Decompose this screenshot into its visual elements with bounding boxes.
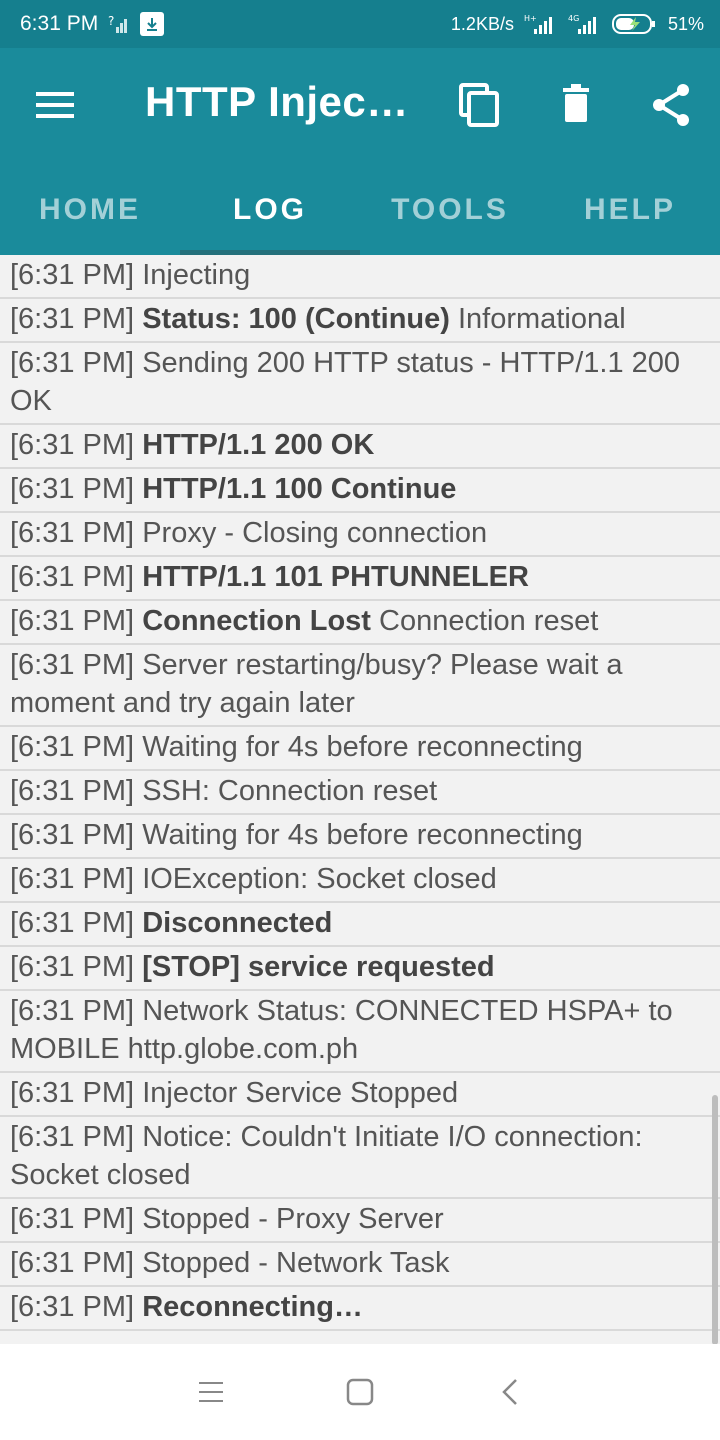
log-time: [6:31 PM] — [10, 1247, 135, 1279]
log-entry: [6:31 PM] Stopped - Proxy Server — [0, 1199, 720, 1243]
log-bold-text: Status: 100 (Continue) — [142, 303, 450, 335]
back-icon[interactable] — [494, 1374, 530, 1410]
copy-icon[interactable] — [457, 82, 503, 128]
log-time: [6:31 PM] — [10, 605, 135, 637]
log-entry: [6:31 PM] Status: 100 (Continue) Informa… — [0, 299, 720, 343]
network-speed: 1.2KB/s — [450, 13, 514, 34]
log-list[interactable]: [6:31 PM] Injecting [6:31 PM] Status: 100… — [0, 255, 720, 1343]
svg-text:?: ? — [108, 14, 114, 28]
log-text: IOException: Socket closed — [142, 863, 497, 895]
log-time: [6:31 PM] — [10, 473, 135, 505]
log-time: [6:31 PM] — [10, 951, 135, 983]
log-text: Proxy - Closing connection — [142, 517, 488, 549]
menu-icon[interactable] — [36, 90, 76, 120]
battery-charging-icon — [611, 14, 655, 34]
log-entry: [6:31 PM] Connection Lost Connection res… — [0, 601, 720, 645]
scrollbar[interactable] — [712, 1095, 718, 1345]
log-entry: [6:31 PM] Waiting for 4s before reconnec… — [0, 815, 720, 859]
svg-text:H+: H+ — [524, 14, 537, 23]
recents-icon[interactable] — [193, 1374, 229, 1410]
log-time: [6:31 PM] — [10, 863, 135, 895]
log-text: Informational — [458, 303, 626, 335]
log-entry: [6:31 PM] Network Status: CONNECTED HSPA… — [0, 991, 720, 1073]
tab-tools[interactable]: TOOLS — [360, 165, 540, 255]
trash-icon[interactable] — [553, 82, 599, 128]
log-entry: [6:31 PM] [STOP] service requested — [0, 947, 720, 991]
log-time: [6:31 PM] — [10, 517, 135, 549]
log-time: [6:31 PM] — [10, 995, 135, 1027]
log-entry: [6:31 PM] Disconnected — [0, 903, 720, 947]
status-right: 1.2KB/s H+ 4G 51% — [451, 12, 704, 36]
log-time: [6:31 PM] — [10, 907, 135, 939]
download-icon — [140, 12, 165, 36]
nav-bar — [0, 1344, 720, 1440]
tab-home[interactable]: HOME — [0, 165, 180, 255]
log-bold-text: Connection Lost — [142, 605, 371, 637]
log-entry: [6:31 PM] Injector Service Stopped — [0, 1073, 720, 1117]
signal-question-icon: ? — [108, 14, 128, 33]
log-entry: [6:31 PM] SSH: Connection reset — [0, 771, 720, 815]
log-time: [6:31 PM] — [10, 775, 135, 807]
log-text: Waiting for 4s before reconnecting — [142, 819, 583, 851]
log-bold-text: Disconnected — [142, 907, 333, 939]
log-time: [6:31 PM] — [10, 1203, 135, 1235]
log-bold-text: [STOP] service requested — [142, 951, 495, 983]
log-entry: [6:31 PM] HTTP/1.1 101 PHTUNNELER — [0, 557, 720, 601]
app-bar: HTTP Injec… HOME LOG TOOLS HELP — [0, 48, 720, 255]
log-text: Injector Service Stopped — [142, 1077, 459, 1109]
log-time: [6:31 PM] — [10, 819, 135, 851]
log-entry: [6:31 PM] HTTP/1.1 200 OK — [0, 425, 720, 469]
log-bold-text: HTTP/1.1 100 Continue — [142, 473, 457, 505]
log-time: [6:31 PM] — [10, 259, 135, 291]
log-time: [6:31 PM] — [10, 1291, 135, 1323]
log-bold-text: HTTP/1.1 200 OK — [142, 429, 375, 461]
log-text: SSH: Connection reset — [142, 775, 438, 807]
log-entry: [6:31 PM] Sending 200 HTTP status - HTTP… — [0, 343, 720, 425]
log-text: Injecting — [142, 259, 251, 291]
log-entry: [6:31 PM] Stopped - Network Task — [0, 1243, 720, 1287]
log-bold-text: Reconnecting… — [142, 1291, 363, 1323]
log-time: [6:31 PM] — [10, 731, 135, 763]
app-title: HTTP Injec… — [145, 78, 409, 125]
share-icon[interactable] — [649, 82, 695, 128]
log-time: [6:31 PM] — [10, 561, 135, 593]
log-time: [6:31 PM] — [10, 649, 135, 681]
log-entry: [6:31 PM] Notice: Couldn't Initiate I/O … — [0, 1117, 720, 1199]
log-entry: [6:31 PM] Proxy - Closing connection — [0, 513, 720, 557]
log-time: [6:31 PM] — [10, 1121, 135, 1153]
log-entry: [6:31 PM] Server restarting/busy? Please… — [0, 645, 720, 727]
status-left: 6:31 PM ? — [20, 12, 165, 36]
tab-bar: HOME LOG TOOLS HELP — [0, 165, 720, 255]
hplus-signal-icon: H+ — [524, 14, 552, 34]
svg-text:4G: 4G — [568, 14, 579, 23]
home-icon[interactable] — [342, 1374, 378, 1410]
log-entry: [6:31 PM] IOException: Socket closed — [0, 859, 720, 903]
4g-signal-icon: 4G — [568, 14, 596, 34]
log-time: [6:31 PM] — [10, 1077, 135, 1109]
log-text: Stopped - Proxy Server — [142, 1203, 444, 1235]
log-text: Stopped - Network Task — [142, 1247, 450, 1279]
status-bar: 6:31 PM ? 1.2KB/s H+ 4G 51% — [0, 0, 720, 48]
tab-help[interactable]: HELP — [540, 165, 720, 255]
status-time: 6:31 PM — [20, 12, 99, 35]
log-time: [6:31 PM] — [10, 347, 135, 379]
tab-log[interactable]: LOG — [180, 165, 360, 255]
battery-percent: 51% — [667, 13, 704, 34]
log-entry: [6:31 PM] Waiting for 4s before reconnec… — [0, 727, 720, 771]
log-time: [6:31 PM] — [10, 303, 135, 335]
log-text: Waiting for 4s before reconnecting — [142, 731, 583, 763]
log-text: Connection reset — [379, 605, 599, 637]
log-time: [6:31 PM] — [10, 429, 135, 461]
log-entry: [6:31 PM] HTTP/1.1 100 Continue — [0, 469, 720, 513]
log-bold-text: HTTP/1.1 101 PHTUNNELER — [142, 561, 529, 593]
log-entry: [6:31 PM] Reconnecting… — [0, 1287, 720, 1331]
log-entry: [6:31 PM] Injecting — [0, 255, 720, 299]
